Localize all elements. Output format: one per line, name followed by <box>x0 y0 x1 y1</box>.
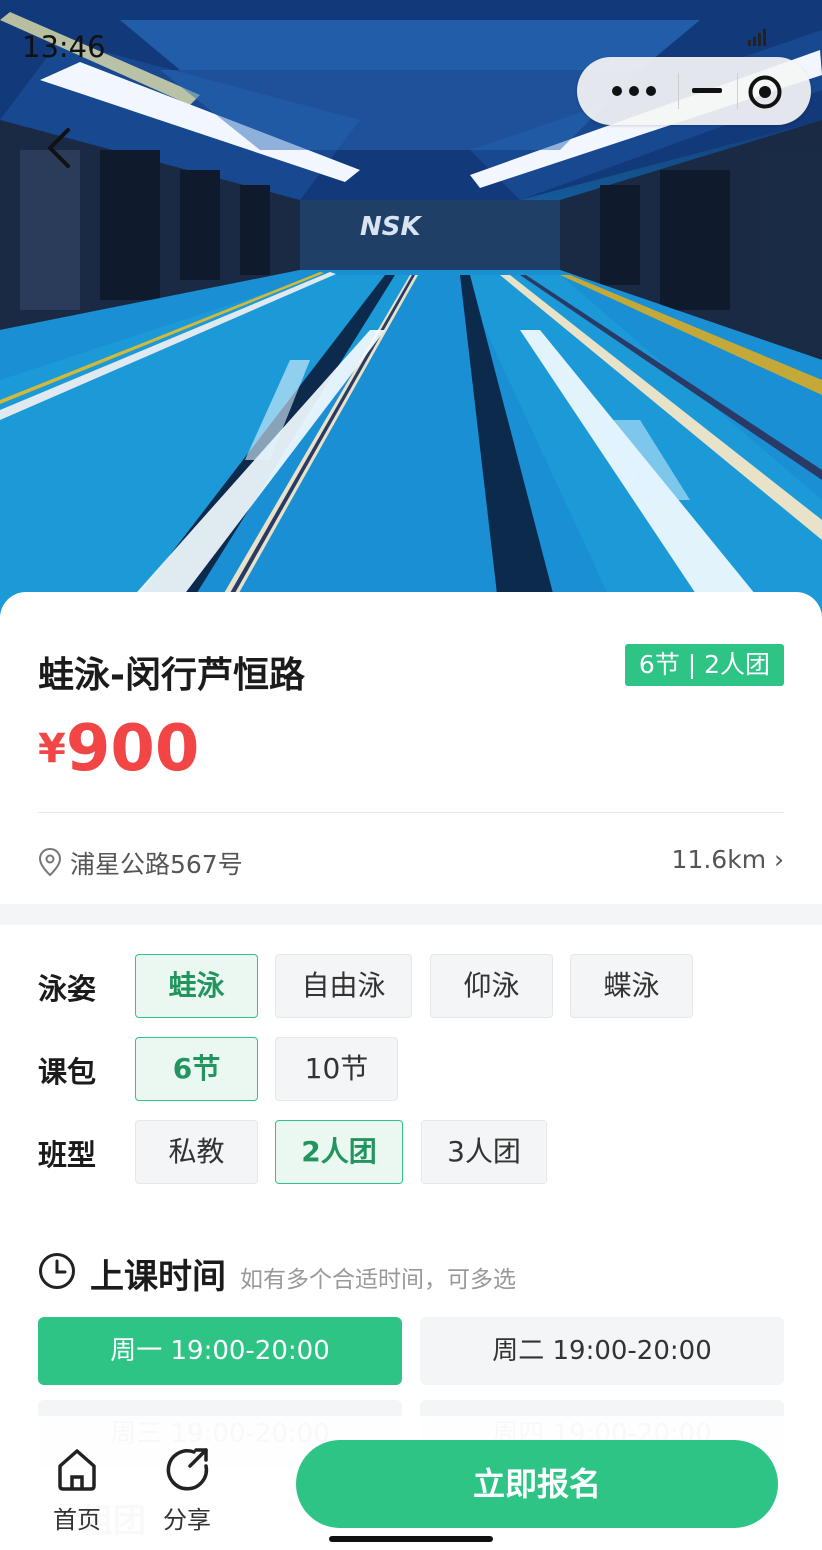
signup-button[interactable]: 立即报名 <box>296 1440 778 1528</box>
section-gap <box>0 904 822 925</box>
minimize-icon[interactable] <box>691 75 723 107</box>
time-slot-tue[interactable]: 周二 19:00-20:00 <box>420 1317 784 1385</box>
home-indicator <box>329 1536 493 1542</box>
price: ¥900 <box>38 712 199 786</box>
class-option-private[interactable]: 私教 <box>135 1120 258 1184</box>
package-label: 课包 <box>38 1055 97 1089</box>
target-close-icon[interactable] <box>747 74 783 110</box>
hero-image: NSK 13:46 <box>0 0 822 620</box>
class-option-3-person[interactable]: 3人团 <box>421 1120 547 1184</box>
capsule-divider <box>737 73 738 109</box>
capsule-divider <box>678 73 679 109</box>
time-slot-mon[interactable]: 周一 19:00-20:00 <box>38 1317 402 1385</box>
nav-home[interactable]: 首页 <box>46 1444 108 1534</box>
location-pin-icon <box>38 847 62 877</box>
stroke-option-breaststroke[interactable]: 蛙泳 <box>135 954 258 1018</box>
clock-icon <box>39 1253 75 1289</box>
stroke-option-freestyle[interactable]: 自由泳 <box>275 954 412 1018</box>
divider <box>38 812 784 813</box>
more-dots-icon[interactable] <box>611 77 657 105</box>
course-badge: 6节 | 2人团 <box>625 644 784 686</box>
package-option-10[interactable]: 10节 <box>275 1037 398 1101</box>
mini-program-capsule <box>577 57 811 125</box>
class-option-2-person[interactable]: 2人团 <box>275 1120 403 1184</box>
home-icon <box>58 1449 96 1491</box>
price-value: 900 <box>65 712 200 786</box>
share-icon <box>166 1448 209 1491</box>
nav-share-label: 分享 <box>163 1506 211 1534</box>
signal-icon <box>748 29 766 46</box>
bottom-action-bar: 首页 分享 立即报名 <box>0 1416 822 1550</box>
course-detail-card: 蛙泳-闵行芦恒路 6节 | 2人团 ¥900 浦星公路567号 11.6km ›… <box>0 592 822 1550</box>
distance-link[interactable]: 11.6km › <box>672 845 784 874</box>
nav-share[interactable]: 分享 <box>156 1444 218 1534</box>
stroke-option-backstroke[interactable]: 仰泳 <box>430 954 553 1018</box>
price-currency: ¥ <box>38 726 66 772</box>
schedule-title: 上课时间 <box>90 1257 226 1297</box>
class-type-label: 班型 <box>38 1138 97 1172</box>
package-option-6[interactable]: 6节 <box>135 1037 258 1101</box>
address-text[interactable]: 浦星公路567号 <box>70 845 243 881</box>
nav-home-label: 首页 <box>53 1506 101 1534</box>
svg-text:NSK: NSK <box>360 212 422 242</box>
back-chevron-icon[interactable] <box>38 122 86 174</box>
schedule-hint: 如有多个合适时间，可多选 <box>240 1267 516 1293</box>
stroke-label: 泳姿 <box>38 972 97 1006</box>
status-time: 13:46 <box>22 30 106 64</box>
stroke-option-butterfly[interactable]: 蝶泳 <box>570 954 693 1018</box>
course-title: 蛙泳-闵行芦恒路 <box>38 655 305 696</box>
